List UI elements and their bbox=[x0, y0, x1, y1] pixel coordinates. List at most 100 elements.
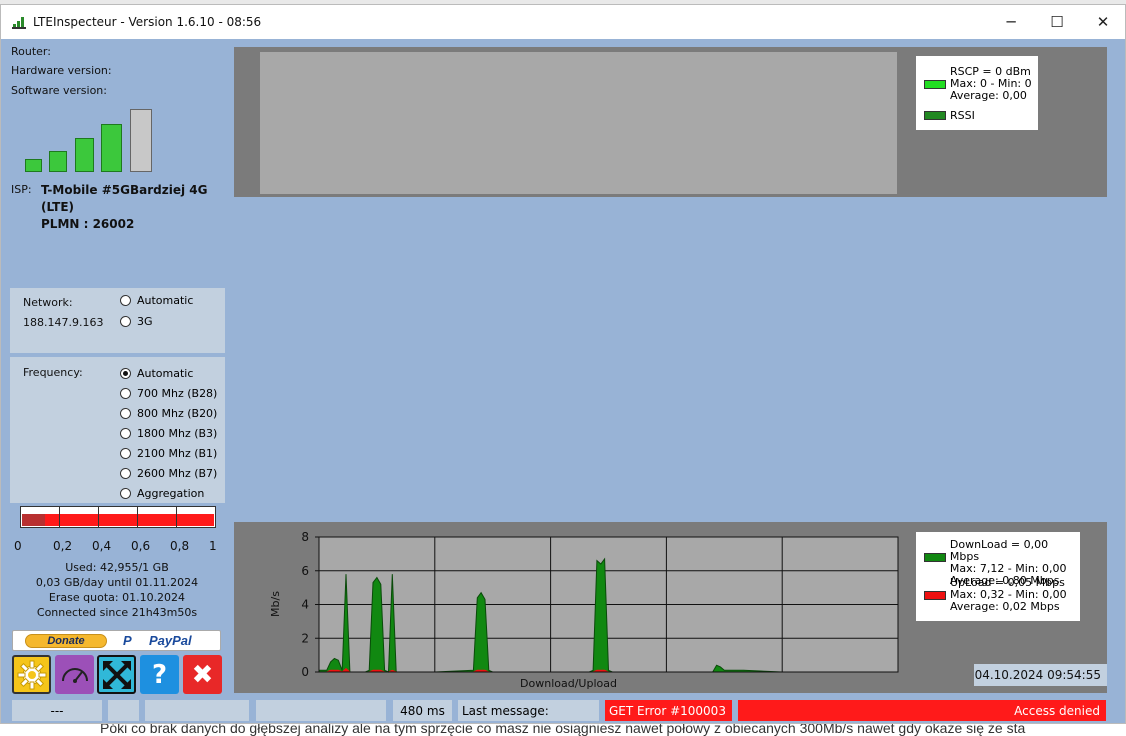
y-tick-label: 4 bbox=[301, 598, 309, 612]
radio-button[interactable] bbox=[120, 448, 131, 459]
legend-swatch-download bbox=[924, 553, 946, 562]
radio-label: 3G bbox=[137, 315, 153, 328]
radio-button[interactable] bbox=[120, 388, 131, 399]
help-button[interactable]: ? bbox=[140, 655, 179, 694]
radio-label: 800 Mhz (B20) bbox=[137, 407, 218, 420]
isp-label: ISP: bbox=[11, 183, 32, 196]
signal-bar bbox=[101, 124, 122, 172]
network-option-3g[interactable]: 3G bbox=[120, 315, 153, 328]
signal-bar bbox=[49, 151, 67, 172]
donate-button[interactable]: Donate bbox=[25, 634, 107, 648]
rscp-average: Average: 0,00 bbox=[950, 89, 1027, 102]
app-window: LTEInspecteur - Version 1.6.10 - 08:56 ─… bbox=[0, 4, 1126, 724]
upload-legend-item: UpLoad = 0,05 Mbps Max: 0,32 - Min: 0,00… bbox=[924, 577, 1067, 613]
legend-swatch-rscp bbox=[924, 80, 946, 89]
status-latency: 480 ms bbox=[393, 700, 452, 721]
y-tick-label: 0 bbox=[301, 665, 309, 679]
radio-button[interactable] bbox=[120, 428, 131, 439]
rssi-label: RSSI bbox=[950, 109, 975, 122]
quit-button[interactable]: ✖ bbox=[183, 655, 222, 694]
plmn-value: PLMN : 26002 bbox=[41, 217, 135, 231]
quota-used: Used: 42,955/1 GB bbox=[65, 561, 169, 574]
signal-bar bbox=[75, 138, 94, 172]
frequency-panel: Frequency: Automatic 700 Mhz (B28) 800 Mhz… bbox=[10, 357, 225, 503]
quota-tick-label: 1 bbox=[209, 539, 217, 553]
throughput-chart: 0 2 4 6 8 Download/Upload Mb/s bbox=[269, 530, 899, 690]
fullscreen-button[interactable] bbox=[97, 655, 136, 694]
quota-erase-date: Erase quota: 01.10.2024 bbox=[48, 591, 186, 604]
frequency-option[interactable]: 2100 Mhz (B1) bbox=[120, 447, 217, 460]
quota-gauge bbox=[20, 506, 216, 528]
frequency-option[interactable]: Aggregation bbox=[120, 487, 204, 500]
isp-name: T-Mobile #5GBardziej 4G bbox=[41, 183, 208, 197]
network-panel: Network: 188.147.9.163 Automatic 3G bbox=[10, 288, 225, 353]
signal-legend: RSCP = 0 dBm Max: 0 - Min: 0 Average: 0,… bbox=[916, 56, 1038, 130]
chart-timestamp: 04.10.2024 09:54:55 bbox=[974, 664, 1107, 686]
radio-label: Automatic bbox=[137, 367, 194, 380]
frequency-option[interactable]: 1800 Mhz (B3) bbox=[120, 427, 217, 440]
radio-label: 2600 Mhz (B7) bbox=[137, 467, 218, 480]
donate-paypal-button[interactable]: Donate P PayPal bbox=[12, 630, 221, 651]
rscp-legend-item: RSCP = 0 dBm Max: 0 - Min: 0 Average: 0,… bbox=[924, 66, 1032, 102]
expand-arrows-icon bbox=[102, 660, 131, 689]
status-last-message-label: Last message: bbox=[458, 700, 599, 721]
gear-icon bbox=[17, 660, 46, 689]
minimize-button[interactable]: ─ bbox=[988, 5, 1034, 39]
download-value: DownLoad = 0,00 Mbps bbox=[949, 538, 1049, 563]
maximize-button[interactable]: ☐ bbox=[1034, 5, 1080, 39]
network-option-automatic[interactable]: Automatic bbox=[120, 294, 193, 307]
status-cell-blank bbox=[256, 700, 386, 721]
hardware-version-label: Hardware version: bbox=[11, 64, 112, 77]
quota-tick-label: 0,8 bbox=[170, 539, 190, 553]
quota-tick-label: 0 bbox=[14, 539, 22, 553]
signal-graph-area bbox=[260, 52, 897, 194]
status-error: GET Error #100003 bbox=[605, 700, 732, 721]
frequency-option[interactable]: 700 Mhz (B28) bbox=[120, 387, 217, 400]
paypal-logo: PayPal bbox=[149, 633, 192, 648]
frequency-option[interactable]: 800 Mhz (B20) bbox=[120, 407, 217, 420]
close-window-button[interactable]: ✕ bbox=[1080, 5, 1126, 39]
radio-label: 1800 Mhz (B3) bbox=[137, 427, 218, 440]
isp-network-type: (LTE) bbox=[41, 200, 75, 214]
connection-duration: Connected since 21h43m50s bbox=[36, 606, 198, 619]
legend-swatch-rssi bbox=[924, 111, 946, 120]
radio-button[interactable] bbox=[120, 468, 131, 479]
y-tick-label: 2 bbox=[301, 631, 309, 645]
throughput-chart-panel: 0 2 4 6 8 Download/Upload Mb/s DownLoad = 0,00… bbox=[234, 522, 1107, 693]
window-title: LTEInspecteur - Version 1.6.10 - 08:56 bbox=[33, 15, 262, 29]
frequency-option[interactable]: 2600 Mhz (B7) bbox=[120, 467, 217, 480]
app-icon bbox=[12, 17, 26, 29]
quota-gauge-track bbox=[22, 514, 214, 526]
radio-label: 2100 Mhz (B1) bbox=[137, 447, 218, 460]
throughput-legend: DownLoad = 0,00 Mbps Max: 7,12 - Min: 0,… bbox=[916, 532, 1080, 621]
radio-button[interactable] bbox=[120, 316, 131, 327]
radio-button[interactable] bbox=[120, 368, 131, 379]
quota-gauge-gridline bbox=[137, 507, 138, 527]
signal-graph-panel: RSCP = 0 dBm Max: 0 - Min: 0 Average: 0,… bbox=[234, 47, 1107, 197]
frequency-label: Frequency: bbox=[23, 366, 83, 379]
quota-gauge-gridline bbox=[59, 507, 60, 527]
y-tick-label: 8 bbox=[301, 530, 309, 544]
y-tick-label: 6 bbox=[301, 564, 309, 578]
quota-gauge-gridline bbox=[176, 507, 177, 527]
network-label: Network: bbox=[23, 296, 73, 309]
status-cell-connection: --- bbox=[12, 700, 102, 721]
frequency-option[interactable]: Automatic bbox=[120, 367, 193, 380]
signal-bar-empty bbox=[130, 109, 152, 172]
question-icon: ? bbox=[151, 659, 168, 690]
close-icon: ✖ bbox=[191, 659, 214, 690]
title-bar[interactable]: LTEInspecteur - Version 1.6.10 - 08:56 ─… bbox=[1, 5, 1125, 39]
software-version-label: Software version: bbox=[11, 84, 107, 97]
radio-label: 700 Mhz (B28) bbox=[137, 387, 218, 400]
upload-average: Average: 0,02 Mbps bbox=[950, 600, 1060, 613]
legend-swatch-upload bbox=[924, 591, 946, 600]
radio-button[interactable] bbox=[120, 488, 131, 499]
y-axis-label: Mb/s bbox=[269, 591, 282, 617]
radio-button[interactable] bbox=[120, 408, 131, 419]
speedtest-button[interactable] bbox=[55, 655, 94, 694]
ip-address: 188.147.9.163 bbox=[23, 316, 104, 329]
radio-button[interactable] bbox=[120, 295, 131, 306]
x-axis-label: Download/Upload bbox=[520, 677, 617, 690]
status-cell-blank bbox=[145, 700, 249, 721]
settings-button[interactable] bbox=[12, 655, 51, 694]
